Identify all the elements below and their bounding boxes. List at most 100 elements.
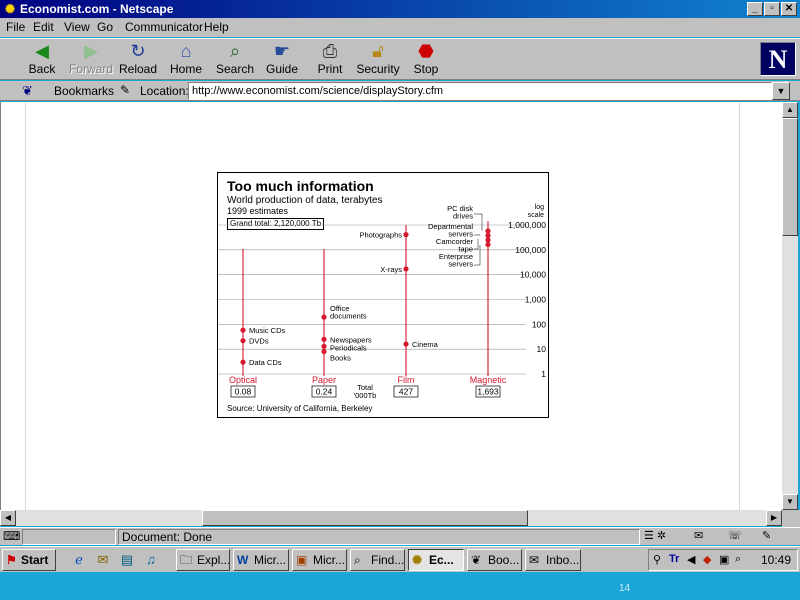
series-total: 1,693 xyxy=(477,387,499,397)
series-name: Optical xyxy=(229,375,257,385)
component-bar-icon[interactable]: ☰ ✲ xyxy=(644,529,666,542)
task-inbox[interactable]: ✉ Inbo... xyxy=(525,549,581,571)
menu-edit[interactable]: Edit xyxy=(33,20,54,35)
page-proxy-icon[interactable]: ✎ xyxy=(120,83,130,97)
vertical-scrollbar[interactable]: ▲ ▼ xyxy=(782,102,798,510)
powerpoint-icon: ▣ xyxy=(296,553,308,567)
scroll-down-button[interactable]: ▼ xyxy=(782,494,798,510)
scroll-left-button[interactable]: ◀ xyxy=(0,510,16,526)
maximize-button[interactable]: ▫ xyxy=(764,2,780,16)
data-point-label: Cinema xyxy=(412,340,439,349)
y-tick-label: 1 xyxy=(541,369,546,379)
bookmarks-task-icon: ❦ xyxy=(471,553,482,567)
y-scale-label: log xyxy=(535,204,544,211)
data-point xyxy=(485,232,491,239)
series-total: 0.08 xyxy=(235,387,252,397)
find-icon: ⌕ xyxy=(354,553,361,567)
close-button[interactable]: ✕ xyxy=(781,2,797,16)
start-button[interactable]: ⚑ Start xyxy=(2,549,56,571)
desktop-icon[interactable]: ▤ xyxy=(118,551,136,569)
y-scale-label: scale xyxy=(528,212,544,219)
task-explorer[interactable]: 🗀︎ Expl... xyxy=(176,549,230,571)
y-tick-label: 10 xyxy=(537,344,547,354)
channels-icon[interactable]: ♫ xyxy=(142,551,160,569)
tray-tr-icon[interactable]: Tr xyxy=(669,553,679,565)
print-button[interactable]: ⎙ Print xyxy=(314,40,346,80)
clock[interactable]: 10:49 xyxy=(761,553,791,567)
data-point-label: Books xyxy=(330,354,351,363)
data-point xyxy=(321,348,327,355)
reload-button[interactable]: ↻ Reload xyxy=(118,40,158,80)
window-title-bar[interactable]: ✺ Economist.com - Netscape _ ▫ ✕ xyxy=(0,0,800,18)
composer-icon[interactable]: ✎ xyxy=(762,529,771,542)
menu-bar: File Edit View Go Communicator Help xyxy=(0,18,800,37)
navigation-toolbar: ◀ Back ▶ Forward ↻ Reload ⌂ Home ⌕ Searc… xyxy=(0,38,800,80)
task-find[interactable]: ⌕ Find... xyxy=(350,549,405,571)
task-microsoft-word[interactable]: W Micr... xyxy=(233,549,289,571)
url-dropdown-button[interactable]: ▼ xyxy=(772,82,790,100)
home-button[interactable]: ⌂ Home xyxy=(168,40,204,80)
vertical-scroll-thumb[interactable] xyxy=(782,118,798,236)
netscape-logo[interactable]: N xyxy=(760,42,796,76)
data-point-label: Data CDs xyxy=(249,358,282,367)
tray-volume-icon[interactable]: ◀ xyxy=(687,553,695,566)
status-bar: ⌨ Document: Done ☰ ✲ ✉ ☏ ✎ xyxy=(0,527,800,545)
scroll-corner xyxy=(782,510,800,527)
forward-button[interactable]: ▶ Forward xyxy=(68,40,114,80)
menu-help[interactable]: Help xyxy=(204,20,229,35)
url-input[interactable]: http://www.economist.com/science/display… xyxy=(188,82,772,100)
outlook-express-icon[interactable]: ✉ xyxy=(94,551,112,569)
data-point-label: X-rays xyxy=(380,265,402,274)
data-point xyxy=(485,241,491,248)
location-toolbar: ❦ Bookmarks ✎ Location: http://www.econo… xyxy=(0,81,800,101)
leader-line xyxy=(474,245,481,266)
menu-go[interactable]: Go xyxy=(97,20,113,35)
leader-line xyxy=(474,213,483,231)
data-point xyxy=(485,237,491,243)
word-icon: W xyxy=(237,553,249,567)
tray-network-icon[interactable]: ⚲ xyxy=(653,553,661,566)
series-name: Magnetic xyxy=(470,375,507,385)
security-button[interactable]: 🔓︎ Security xyxy=(356,40,400,80)
data-point xyxy=(485,228,491,234)
task-economist-netscape[interactable]: ✺ Ec... xyxy=(408,549,464,571)
discussion-icon[interactable]: ☏ xyxy=(728,529,742,542)
data-point xyxy=(321,343,327,349)
chart-plot: 1,000,000 100,000 10,000 1,000 100 10 1 logscal… xyxy=(218,204,547,400)
series-total: 427 xyxy=(399,387,413,397)
printer-icon: ⎙ xyxy=(322,41,338,61)
mail-icon[interactable]: ✉ xyxy=(694,529,703,542)
menu-communicator[interactable]: Communicator xyxy=(125,20,203,35)
search-button[interactable]: ⌕ Search xyxy=(214,40,256,80)
data-point xyxy=(403,341,409,347)
menu-file[interactable]: File xyxy=(6,20,25,35)
reload-icon: ↻ xyxy=(130,41,146,61)
guide-button[interactable]: ☛ Guide xyxy=(264,40,300,80)
tray-monitor-icon[interactable]: ▣ xyxy=(719,553,729,566)
scroll-right-button[interactable]: ▶ xyxy=(766,510,782,526)
bookmarks-button[interactable]: Bookmarks xyxy=(54,84,114,98)
bookmarks-icon[interactable]: ❦ xyxy=(22,83,33,99)
menu-view[interactable]: View xyxy=(64,20,90,35)
page-content: Too much information World production of… xyxy=(0,102,782,510)
horizontal-scrollbar[interactable]: ◀ ▶ xyxy=(0,510,782,526)
stop-button[interactable]: ⬣ Stop xyxy=(410,40,442,80)
page-margin-left xyxy=(25,102,26,510)
scroll-up-button[interactable]: ▲ xyxy=(782,102,798,118)
connection-icon[interactable]: ⌨ xyxy=(3,529,20,543)
system-tray: ⚲ Tr ◀ ◆ ▣ ⌕ 10:49 xyxy=(648,549,798,571)
task-microsoft-powerpoint[interactable]: ▣ Micr... xyxy=(292,549,347,571)
data-point-label: Music CDs xyxy=(249,326,286,335)
data-point xyxy=(240,338,246,344)
minimize-button[interactable]: _ xyxy=(747,2,763,16)
back-button[interactable]: ◀ Back xyxy=(22,40,62,80)
horizontal-scroll-thumb[interactable] xyxy=(202,510,528,526)
netscape-app-icon[interactable]: ✺ xyxy=(3,2,17,16)
task-bookmarks[interactable]: ❦ Boo... xyxy=(467,549,522,571)
chart: Too much information World production of… xyxy=(217,172,549,418)
search-icon: ⌕ xyxy=(229,41,241,61)
tray-search-icon[interactable]: ⌕ xyxy=(735,553,741,566)
total-unit-label: '000Tb xyxy=(354,391,377,400)
tray-scheduler-icon[interactable]: ◆ xyxy=(703,553,711,566)
internet-explorer-icon[interactable]: ℯ xyxy=(70,551,88,569)
